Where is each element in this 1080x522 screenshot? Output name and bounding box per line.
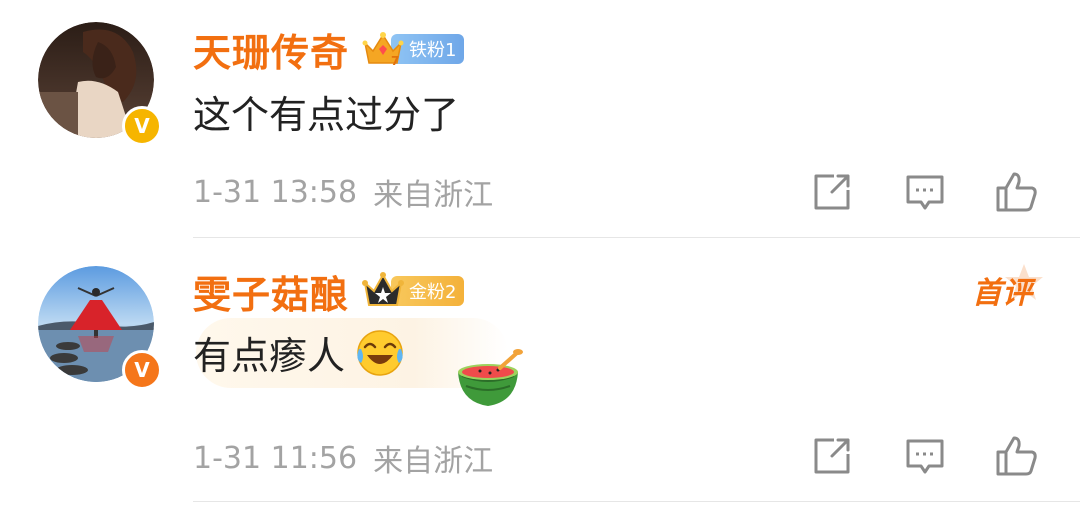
crown-icon: 7: [362, 32, 404, 68]
verified-badge: V: [122, 106, 162, 146]
comment-location: 来自浙江: [373, 178, 494, 213]
share-icon[interactable]: [810, 434, 854, 478]
comment-text-row: 有点瘆人: [193, 324, 405, 380]
laugh-cry-emoji-icon: [357, 330, 403, 376]
crown-icon: [362, 272, 405, 306]
verified-badge: V: [122, 350, 162, 390]
svg-text:7: 7: [391, 54, 399, 68]
username[interactable]: 雯子菇酿: [193, 264, 349, 319]
comment-location: 来自浙江: [373, 444, 494, 479]
comment-time: 1-31 11:56: [193, 440, 358, 476]
comment-item: V 雯子菇酿 金粉2 首评 有点瘆人 1-31 11:56 来自浙江: [0, 238, 1080, 522]
comment-item: V 天珊传奇 7 铁粉1 这个有点过分了 1-31 13:58 来自浙江: [0, 0, 1080, 238]
comment-text: 有点瘆人: [193, 333, 346, 378]
comment-text: 这个有点过分了: [193, 92, 460, 137]
comment-icon[interactable]: [903, 434, 947, 478]
share-icon[interactable]: [810, 170, 854, 214]
watermelon-sticker-icon: [458, 349, 523, 406]
comment-icon[interactable]: [903, 170, 947, 214]
avatar[interactable]: V: [38, 22, 162, 146]
thumbs-up-icon[interactable]: [994, 434, 1038, 478]
username[interactable]: 天珊传奇: [193, 22, 349, 77]
thumbs-up-icon[interactable]: [994, 170, 1038, 214]
comment-time: 1-31 13:58: [193, 174, 358, 210]
comment-meta: 1-31 13:58 来自浙江: [193, 172, 494, 214]
fan-badge[interactable]: 7 铁粉1: [361, 29, 465, 69]
fan-badge[interactable]: 金粉2: [361, 271, 465, 311]
avatar[interactable]: V: [38, 266, 162, 390]
username-row: 天珊传奇 7 铁粉1: [193, 22, 465, 77]
divider: [193, 501, 1080, 502]
username-row: 雯子菇酿 金粉2: [193, 264, 465, 319]
first-comment-tag: 首评: [972, 276, 1032, 311]
comment-meta: 1-31 11:56 来自浙江: [193, 438, 494, 480]
